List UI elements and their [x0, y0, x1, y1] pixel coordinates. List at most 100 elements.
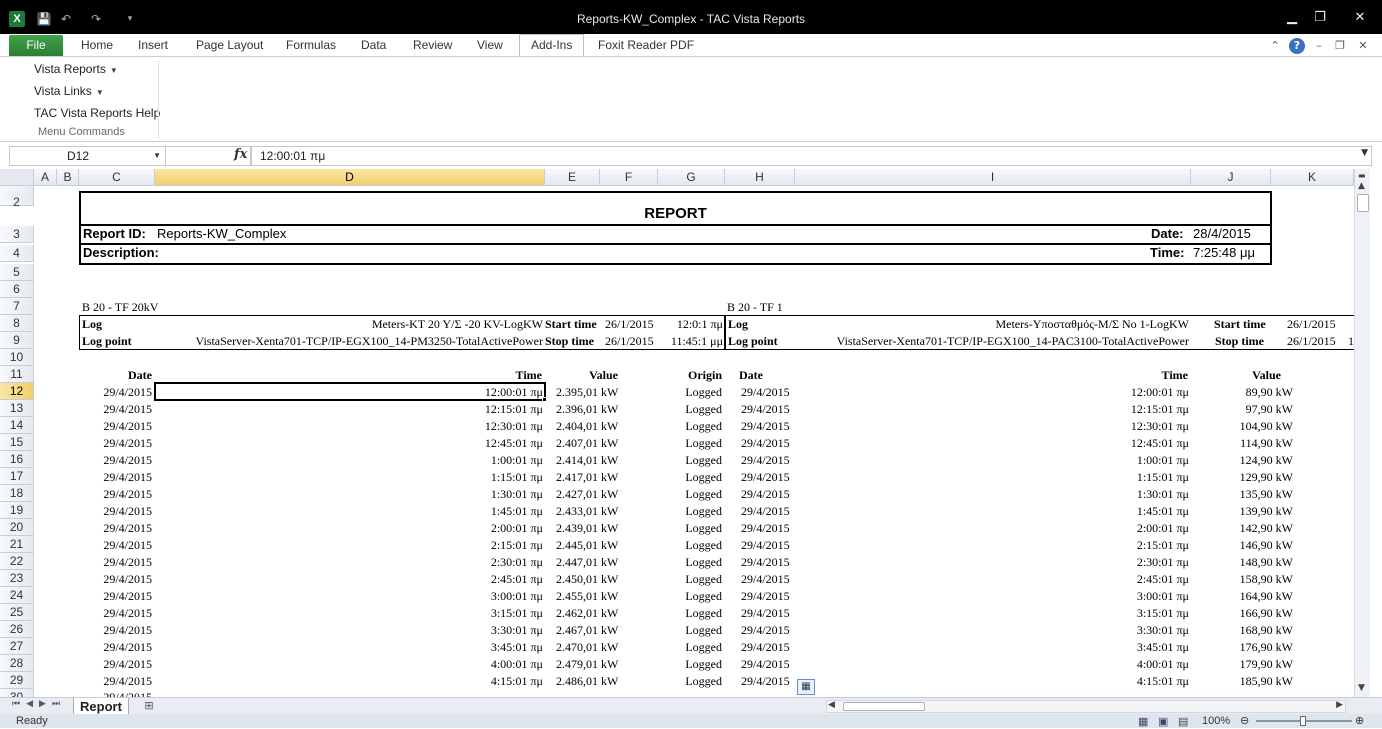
- column-header[interactable]: C: [79, 169, 155, 186]
- sheet-nav-icons[interactable]: ⏮◀▶⏭: [12, 699, 66, 709]
- row-header[interactable]: 7: [0, 298, 34, 315]
- data-cell-value[interactable]: 2.462,01 kW: [556, 605, 626, 622]
- data-cell-origin[interactable]: Logged: [658, 622, 722, 639]
- data-cell-date2[interactable]: 29/4/2015: [741, 622, 801, 639]
- data-cell-value2[interactable]: 129,90 kW: [1191, 469, 1293, 486]
- data-cell-date[interactable]: 29/4/2015: [79, 605, 152, 622]
- data-cell-time2[interactable]: 1:30:01 πμ: [795, 486, 1189, 503]
- expand-formula-icon[interactable]: ▼: [1361, 148, 1368, 158]
- row-header-selected[interactable]: 12: [0, 383, 34, 400]
- data-cell-origin[interactable]: Logged: [658, 537, 722, 554]
- data-cell-value[interactable]: 2.447,01 kW: [556, 554, 626, 571]
- formula-input[interactable]: 12:00:01 πμ: [251, 146, 1372, 166]
- data-cell-value2[interactable]: 114,90 kW: [1191, 435, 1293, 452]
- data-cell-value[interactable]: 2.427,01 kW: [556, 486, 626, 503]
- data-cell-value[interactable]: 2.433,01 kW: [556, 503, 626, 520]
- data-cell-value[interactable]: 2.396,01 kW: [556, 401, 626, 418]
- row-header[interactable]: 23: [0, 570, 34, 587]
- data-cell-time[interactable]: 3:45:01 πμ: [155, 639, 543, 656]
- fill-handle[interactable]: [542, 397, 547, 402]
- row-header[interactable]: 28: [0, 655, 34, 672]
- tab-insert[interactable]: Insert: [138, 38, 168, 52]
- page-layout-view-icon[interactable]: ▣: [1158, 715, 1168, 729]
- paste-options-icon[interactable]: ▦: [797, 679, 815, 695]
- data-cell-time[interactable]: 3:00:01 πμ: [155, 588, 543, 605]
- data-cell-time2[interactable]: 12:00:01 πμ: [795, 384, 1189, 401]
- data-cell-date2[interactable]: 29/4/2015: [741, 486, 801, 503]
- data-cell-time2[interactable]: 4:15:01 πμ: [795, 673, 1189, 690]
- scroll-right-icon[interactable]: ▶: [1336, 700, 1343, 710]
- data-cell-time2[interactable]: 1:45:01 πμ: [795, 503, 1189, 520]
- select-all-corner[interactable]: [0, 169, 34, 186]
- data-cell-time[interactable]: 12:15:01 πμ: [155, 401, 543, 418]
- row-header[interactable]: 17: [0, 468, 34, 485]
- row-header[interactable]: 29: [0, 672, 34, 689]
- data-cell-date[interactable]: 29/4/2015: [79, 571, 152, 588]
- help-icon[interactable]: ?: [1289, 38, 1305, 54]
- data-cell-value2[interactable]: 148,90 kW: [1191, 554, 1293, 571]
- active-cell-d12[interactable]: [154, 382, 546, 401]
- vista-links-menu[interactable]: Vista Links ▼: [34, 84, 104, 98]
- row-header[interactable]: 8: [0, 315, 34, 332]
- sheet-tab-report[interactable]: Report: [73, 698, 129, 715]
- row-header[interactable]: 26: [0, 621, 34, 638]
- scroll-up-icon[interactable]: ▲: [1358, 181, 1365, 191]
- data-cell-value[interactable]: 2.395,01 kW: [556, 384, 626, 401]
- column-header[interactable]: H: [725, 169, 795, 186]
- data-cell-value[interactable]: 2.417,01 kW: [556, 469, 626, 486]
- column-header[interactable]: I: [795, 169, 1191, 186]
- chevron-down-icon[interactable]: ▼: [153, 147, 161, 165]
- data-cell-time2[interactable]: 3:15:01 πμ: [795, 605, 1189, 622]
- data-cell-date[interactable]: 29/4/2015: [79, 588, 152, 605]
- data-cell-date[interactable]: 29/4/2015: [79, 384, 152, 401]
- column-header[interactable]: A: [34, 169, 57, 186]
- row-header[interactable]: 21: [0, 536, 34, 553]
- data-cell-value[interactable]: 2.486,01 kW: [556, 673, 626, 690]
- tab-data[interactable]: Data: [361, 38, 386, 52]
- data-cell-time[interactable]: 2:00:01 πμ: [155, 520, 543, 537]
- data-cell-origin[interactable]: Logged: [658, 520, 722, 537]
- page-break-view-icon[interactable]: ▤: [1178, 715, 1188, 729]
- data-cell-value[interactable]: 2.414,01 kW: [556, 452, 626, 469]
- data-cell-date2[interactable]: 29/4/2015: [741, 520, 801, 537]
- data-cell-date2[interactable]: 29/4/2015: [741, 435, 801, 452]
- zoom-slider-thumb[interactable]: [1300, 716, 1306, 726]
- row-header[interactable]: 14: [0, 417, 34, 434]
- data-cell-date2[interactable]: 29/4/2015: [741, 605, 801, 622]
- data-cell-date2[interactable]: 29/4/2015: [741, 588, 801, 605]
- data-cell-time[interactable]: 1:30:01 πμ: [155, 486, 543, 503]
- data-cell-date2[interactable]: 29/4/2015: [741, 571, 801, 588]
- data-cell-value2[interactable]: 166,90 kW: [1191, 605, 1293, 622]
- close-icon[interactable]: ✕: [1346, 8, 1374, 28]
- column-header[interactable]: K: [1271, 169, 1354, 186]
- data-cell-date[interactable]: 29/4/2015: [79, 486, 152, 503]
- data-cell-value2[interactable]: 185,90 kW: [1191, 673, 1293, 690]
- column-header[interactable]: G: [658, 169, 725, 186]
- data-cell-date2[interactable]: 29/4/2015: [741, 469, 801, 486]
- row-header[interactable]: 27: [0, 638, 34, 655]
- data-cell-date[interactable]: 29/4/2015: [79, 401, 152, 418]
- data-cell-origin[interactable]: Logged: [658, 588, 722, 605]
- data-cell-value2[interactable]: 176,90 kW: [1191, 639, 1293, 656]
- data-cell-time2[interactable]: 4:00:01 πμ: [795, 656, 1189, 673]
- data-cell-date2[interactable]: 29/4/2015: [741, 418, 801, 435]
- data-cell-value2[interactable]: 142,90 kW: [1191, 520, 1293, 537]
- data-cell-date2[interactable]: 29/4/2015: [741, 537, 801, 554]
- data-cell-date[interactable]: 29/4/2015: [79, 520, 152, 537]
- data-cell-date[interactable]: 29/4/2015: [79, 503, 152, 520]
- row-header[interactable]: 4: [0, 245, 34, 262]
- row-header[interactable]: 18: [0, 485, 34, 502]
- data-cell-date[interactable]: 29/4/2015: [79, 673, 152, 690]
- data-cell-date2[interactable]: 29/4/2015: [741, 673, 801, 690]
- data-cell-origin[interactable]: Logged: [658, 503, 722, 520]
- data-cell-time[interactable]: 3:15:01 πμ: [155, 605, 543, 622]
- vertical-scrollbar[interactable]: ▬ ▲ ▼: [1354, 169, 1370, 697]
- data-cell-time[interactable]: 4:00:01 πμ: [155, 656, 543, 673]
- data-cell-value2[interactable]: 139,90 kW: [1191, 503, 1293, 520]
- tab-review[interactable]: Review: [413, 38, 452, 52]
- data-cell-value[interactable]: 2.439,01 kW: [556, 520, 626, 537]
- data-cell-date[interactable]: 29/4/2015: [79, 435, 152, 452]
- data-cell-value2[interactable]: 89,90 kW: [1191, 384, 1293, 401]
- data-cell-time2[interactable]: 3:00:01 πμ: [795, 588, 1189, 605]
- data-cell-origin[interactable]: Logged: [658, 571, 722, 588]
